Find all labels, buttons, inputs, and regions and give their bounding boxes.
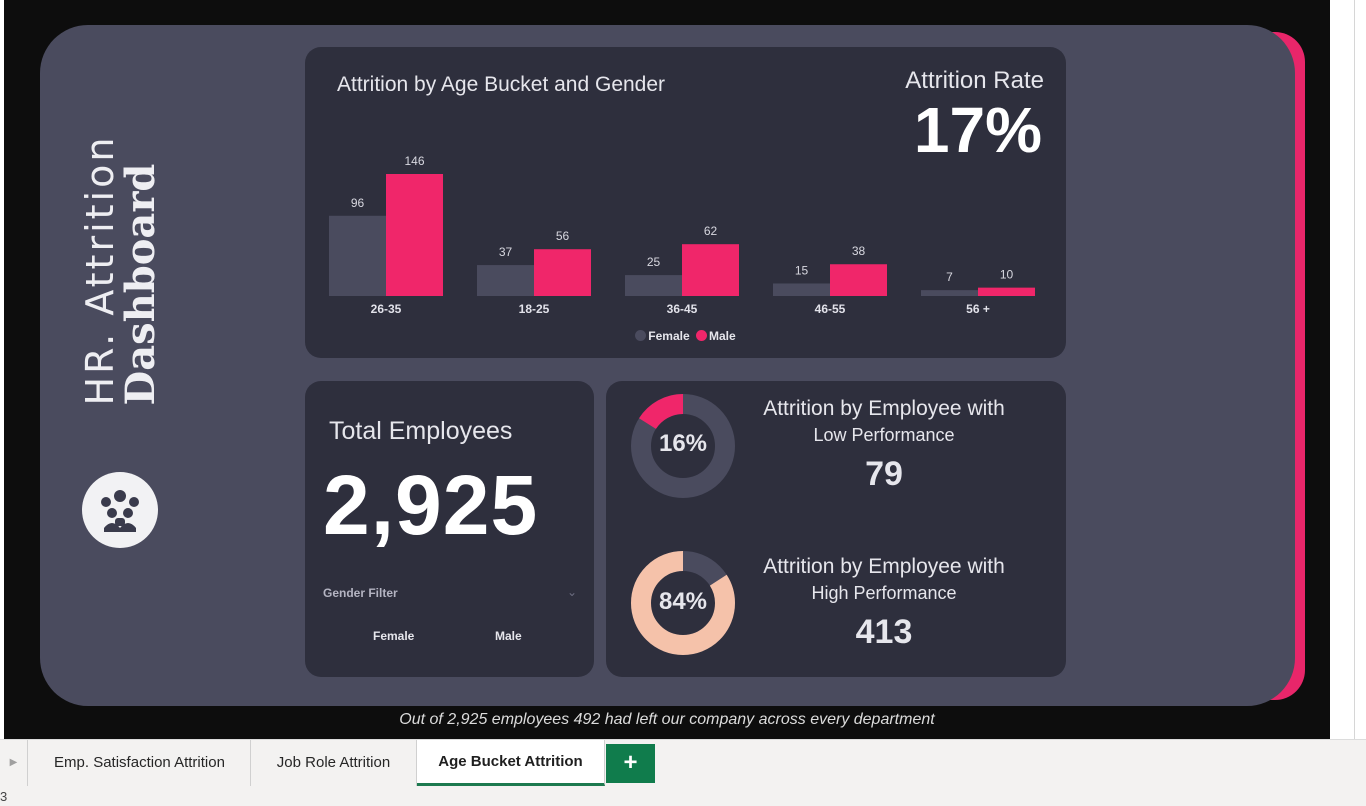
data-label-female-0: 96 [351, 196, 365, 210]
x-tick-label-3: 46-55 [815, 302, 846, 316]
brand-title: HR. Attrition Dashboard [78, 134, 164, 406]
vertical-scroll-area[interactable] [1330, 0, 1366, 739]
tab-emp-satisfaction-attrition[interactable]: Emp. Satisfaction Attrition [29, 740, 251, 786]
bar-female-4[interactable] [921, 290, 978, 296]
high-performance-block: Attrition by Employee with High Performa… [746, 554, 1022, 658]
team-people-icon-graphic [101, 490, 139, 532]
status-bar: 3 [0, 786, 1366, 806]
performance-panel: 16% Attrition by Employee with Low Perfo… [606, 381, 1066, 677]
dashboard-caption: Out of 2,925 employees 492 had left our … [399, 711, 935, 728]
gender-filter-male[interactable]: Male [495, 629, 522, 643]
chevron-down-icon[interactable]: ⌄ [567, 585, 577, 599]
bar-male-1[interactable] [534, 249, 591, 296]
high-performance-title: Attrition by Employee with [763, 555, 1005, 578]
data-label-female-2: 25 [647, 255, 661, 269]
low-performance-subtitle: Low Performance [813, 425, 955, 445]
data-label-male-3: 38 [852, 244, 866, 258]
low-performance-title: Attrition by Employee with [763, 397, 1005, 420]
brand-title-line2: Dashboard [117, 163, 164, 406]
gender-filter-label: Gender Filter [323, 586, 398, 600]
high-performance-value: 413 [855, 613, 913, 651]
tab-age-bucket-attrition[interactable]: Age Bucket Attrition [417, 740, 605, 786]
team-people-icon [82, 472, 158, 548]
brand-title-line1: HR. Attrition [78, 134, 122, 406]
legend-female-swatch [635, 330, 647, 341]
high-performance-subtitle: High Performance [811, 583, 957, 603]
tab-scroll-right-icon[interactable]: ▶ [0, 740, 28, 786]
bar-male-3[interactable] [830, 264, 887, 296]
bar-male-2[interactable] [682, 244, 739, 296]
scroll-divider [1354, 0, 1355, 739]
data-label-female-4: 7 [946, 270, 953, 284]
data-label-male-0: 146 [404, 154, 424, 168]
tab-job-role-attrition[interactable]: Job Role Attrition [251, 740, 417, 786]
total-employees-value: 2,925 [323, 458, 539, 552]
bar-female-0[interactable] [329, 215, 386, 296]
add-sheet-button[interactable]: + [606, 744, 655, 783]
legend-male-label: Male [709, 329, 736, 343]
low-performance-percent: 16% [658, 430, 708, 457]
x-tick-label-4: 56 + [966, 302, 990, 316]
legend-female-label: Female [648, 329, 690, 343]
x-tick-label-2: 36-45 [667, 302, 698, 316]
bar-male-4[interactable] [978, 287, 1035, 296]
bar-female-1[interactable] [477, 265, 534, 296]
legend-male-swatch [696, 330, 707, 341]
x-tick-label-1: 18-25 [519, 302, 550, 316]
low-performance-value: 79 [865, 455, 903, 493]
data-label-male-2: 62 [704, 224, 718, 238]
data-label-female-1: 37 [499, 245, 513, 259]
gender-filter-female[interactable]: Female [373, 629, 414, 643]
total-employees-title: Total Employees [329, 417, 513, 445]
x-tick-label-0: 26-35 [371, 302, 402, 316]
data-label-male-1: 56 [556, 229, 570, 243]
bar-female-2[interactable] [625, 275, 682, 296]
high-performance-percent: 84% [658, 588, 708, 615]
brand-area: HR. Attrition Dashboard [60, 40, 180, 680]
age-bucket-chart: 96 146 26-35 37 56 18-25 25 62 36-45 15 38 46-55 7 10… [329, 154, 1035, 316]
sheet-tab-bar: ▶ Emp. Satisfaction Attrition Job Role A… [0, 739, 1366, 786]
low-performance-block: Attrition by Employee with Low Performan… [746, 396, 1022, 500]
status-text: 3 [0, 789, 8, 804]
age-attrition-panel: Attrition by Age Bucket and Gender Attri… [305, 47, 1066, 358]
bar-male-0[interactable] [386, 174, 443, 296]
data-label-male-4: 10 [1000, 268, 1014, 282]
excel-window: HR. Attrition Dashboard Attrition by Age… [0, 0, 1366, 806]
data-label-female-3: 15 [795, 263, 809, 277]
chart-legend: Female Male [305, 329, 1066, 343]
total-employees-panel: Total Employees 2,925 Gender Filter ⌄ Fe… [305, 381, 594, 677]
bar-female-3[interactable] [773, 283, 830, 296]
